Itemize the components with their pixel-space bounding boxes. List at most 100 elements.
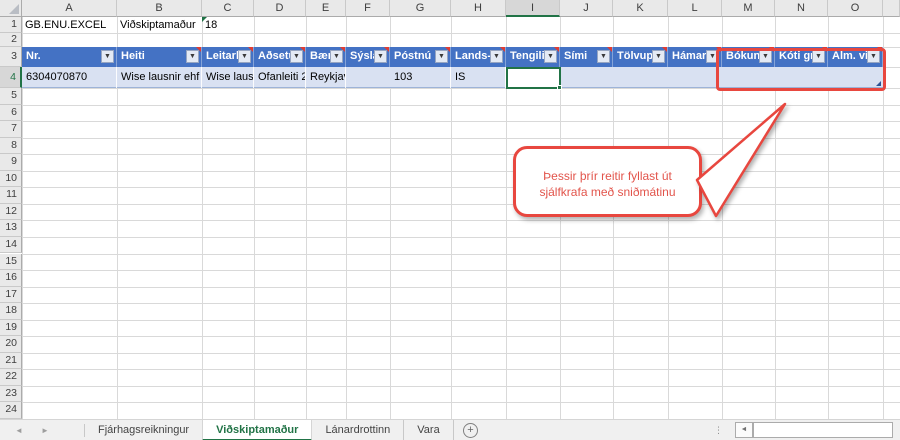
row-header-19[interactable]: 19 <box>0 320 22 337</box>
gridline <box>22 336 900 337</box>
row-header-9[interactable]: 9 <box>0 154 22 171</box>
row-header-3[interactable]: 3 <box>0 47 22 67</box>
select-all-triangle-icon <box>9 4 19 14</box>
gridline <box>22 353 900 354</box>
column-header-D[interactable]: D <box>254 0 306 17</box>
row-header-2[interactable]: 2 <box>0 33 22 47</box>
row-header-22[interactable]: 22 <box>0 369 22 386</box>
table-header-G[interactable]: Póstnú▼ <box>390 47 451 67</box>
gridline <box>22 33 900 34</box>
row-header-20[interactable]: 20 <box>0 336 22 353</box>
gridline <box>22 270 900 271</box>
column-header-partial[interactable] <box>883 0 900 17</box>
comment-indicator-icon <box>196 47 201 52</box>
sheet-tab-vidskiptamadur[interactable]: Viðskiptamaður <box>202 420 312 440</box>
sheet-tab-fjarhagsreikningur[interactable]: Fjárhagsreikningur <box>85 420 202 440</box>
select-all-button[interactable] <box>0 0 22 17</box>
excel-worksheet-window: ABCDEFGHIJKLMNO1234567891011121314151617… <box>0 0 900 440</box>
column-header-J[interactable]: J <box>560 0 613 17</box>
column-header-K[interactable]: K <box>613 0 668 17</box>
column-header-O[interactable]: O <box>828 0 883 17</box>
callout-tail <box>500 95 820 235</box>
comment-indicator-icon <box>554 47 559 52</box>
cell-C4[interactable]: Wise lausnir <box>202 67 254 88</box>
comment-indicator-icon <box>500 47 505 52</box>
cell-A4[interactable]: 6304070870 <box>22 67 117 88</box>
sheet-tab-lanardrottinn[interactable]: Lánardrottinn <box>312 420 404 440</box>
cell-G4[interactable]: 103 <box>390 67 451 88</box>
row-header-16[interactable]: 16 <box>0 270 22 287</box>
column-header-A[interactable]: A <box>22 0 117 17</box>
cell-H4[interactable]: IS <box>451 67 506 88</box>
sheet-tab-vara[interactable]: Vara <box>404 420 453 440</box>
sheet-tabs: Fjárhagsreikningur Viðskiptamaður Lánard… <box>84 420 454 440</box>
table-header-J[interactable]: Sími▼ <box>560 47 613 67</box>
row-header-11[interactable]: 11 <box>0 187 22 204</box>
row-header-5[interactable]: 5 <box>0 88 22 105</box>
comment-indicator-icon <box>445 47 450 52</box>
table-header-L[interactable]: Hámark▼ <box>668 47 722 67</box>
column-header-C[interactable]: C <box>202 0 254 17</box>
comment-indicator-icon <box>662 47 667 52</box>
comment-indicator-icon <box>300 47 305 52</box>
comment-indicator-icon <box>340 47 345 52</box>
row-header-8[interactable]: 8 <box>0 138 22 155</box>
table-header-B[interactable]: Heiti▼ <box>117 47 202 67</box>
column-header-F[interactable]: F <box>346 0 390 17</box>
gridline <box>22 254 900 255</box>
table-header-E[interactable]: Bær▼ <box>306 47 346 67</box>
error-indicator-icon <box>202 17 207 22</box>
comment-indicator-icon <box>607 47 612 52</box>
row-header-18[interactable]: 18 <box>0 303 22 320</box>
table-header-K[interactable]: Tölvup▼ <box>613 47 668 67</box>
gridline <box>22 287 900 288</box>
column-header-H[interactable]: H <box>451 0 506 17</box>
cell-B4[interactable]: Wise lausnir ehf <box>117 67 202 88</box>
row-header-1[interactable]: 1 <box>0 17 22 33</box>
column-header-B[interactable]: B <box>117 0 202 17</box>
row-header-6[interactable]: 6 <box>0 105 22 122</box>
row-header-4[interactable]: 4 <box>0 67 22 88</box>
active-cell-I4[interactable] <box>506 67 561 89</box>
row-header-24[interactable]: 24 <box>0 402 22 419</box>
row-header-15[interactable]: 15 <box>0 254 22 271</box>
cell-C1[interactable]: 18 <box>202 17 254 33</box>
tab-nav-right-icon[interactable]: ► <box>34 420 56 440</box>
cell-A1[interactable]: GB.ENU.EXCEL <box>22 17 117 33</box>
table-header-A[interactable]: Nr.▼ <box>22 47 117 67</box>
new-sheet-button[interactable]: + <box>463 423 478 438</box>
column-header-L[interactable]: L <box>668 0 722 17</box>
scrollbar-gripper-icon[interactable]: ⋮ <box>714 420 722 440</box>
table-header-I[interactable]: Tengilið▼ <box>506 47 560 67</box>
row-header-7[interactable]: 7 <box>0 121 22 138</box>
gridline <box>22 303 900 304</box>
fill-handle[interactable] <box>557 85 562 90</box>
table-header-C[interactable]: Leitarh▼ <box>202 47 254 67</box>
column-header-M[interactable]: M <box>722 0 775 17</box>
cell-E4[interactable]: Reykjavík <box>306 67 346 88</box>
row-header-21[interactable]: 21 <box>0 353 22 370</box>
table-header-D[interactable]: Aðsetu▼ <box>254 47 306 67</box>
cell-D4[interactable]: Ofanleiti 2 <box>254 67 306 88</box>
filter-dropdown-button[interactable]: ▼ <box>101 50 114 63</box>
column-header-N[interactable]: N <box>775 0 828 17</box>
column-header-I[interactable]: I <box>506 0 560 17</box>
column-header-G[interactable]: G <box>390 0 451 17</box>
table-header-F[interactable]: Sýsla▼ <box>346 47 390 67</box>
row-header-13[interactable]: 13 <box>0 220 22 237</box>
column-header-E[interactable]: E <box>306 0 346 17</box>
horizontal-scrollbar[interactable] <box>753 422 893 438</box>
row-header-12[interactable]: 12 <box>0 204 22 221</box>
table-header-H[interactable]: Lands-/▼ <box>451 47 506 67</box>
hscroll-left-button[interactable]: ◄ <box>735 422 753 438</box>
row-header-10[interactable]: 10 <box>0 171 22 188</box>
cell-B1[interactable]: Viðskiptamaður <box>117 17 202 33</box>
comment-indicator-icon <box>384 47 389 52</box>
gridline <box>22 237 900 238</box>
row-header-23[interactable]: 23 <box>0 386 22 403</box>
sheet-tab-bar: ◄ ► Fjárhagsreikningur Viðskiptamaður Lá… <box>0 419 900 440</box>
row-header-14[interactable]: 14 <box>0 237 22 254</box>
gridline <box>22 402 900 403</box>
tab-nav-left-icon[interactable]: ◄ <box>8 420 30 440</box>
row-header-17[interactable]: 17 <box>0 287 22 304</box>
